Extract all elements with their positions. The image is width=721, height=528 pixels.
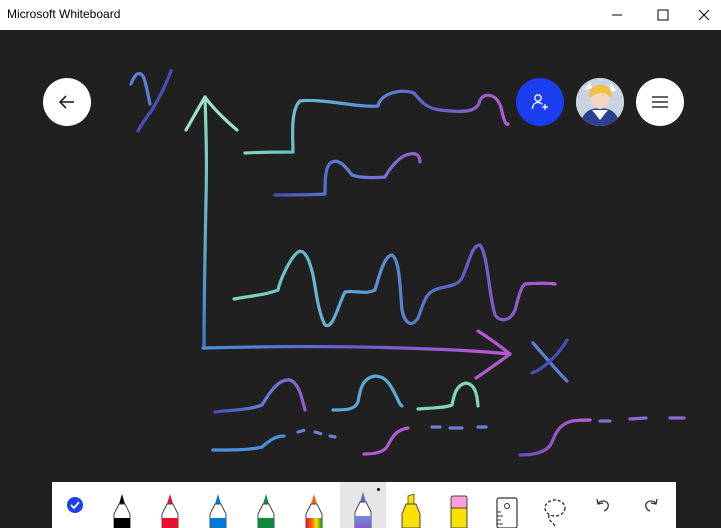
redo-button[interactable] — [628, 482, 674, 528]
lasso-icon — [544, 499, 566, 527]
pen-icon — [209, 494, 227, 528]
ink-row1-bump2 — [416, 381, 480, 411]
minimize-button[interactable] — [594, 0, 640, 30]
ink-y-arrowhead — [184, 95, 239, 132]
ink-row2-curve — [211, 434, 286, 452]
arrow-left-icon — [58, 95, 74, 109]
ink-row2-right — [518, 418, 592, 457]
pen-icon — [257, 494, 275, 528]
close-button[interactable] — [686, 0, 721, 30]
title-bar: Microsoft Whiteboard — [0, 0, 721, 30]
pen-icon — [305, 494, 323, 528]
ruler-icon — [496, 497, 518, 528]
ink-top-curve — [243, 89, 510, 155]
ink-row2-dashes — [296, 428, 337, 439]
pen-black-tool[interactable] — [99, 482, 145, 528]
eraser-tool[interactable] — [436, 482, 482, 528]
ink-row1-bump — [331, 374, 404, 412]
pen-icon — [354, 492, 372, 528]
ink-letter-x-cross — [530, 338, 569, 375]
pen-icon — [161, 494, 179, 528]
ruler-tool[interactable] — [484, 482, 530, 528]
ink-row2-mid — [362, 426, 410, 456]
ink-row2-dashes3 — [598, 416, 686, 423]
avatar — [576, 78, 624, 126]
ink-x-axis — [201, 345, 512, 356]
invite-button[interactable] — [516, 78, 564, 126]
ink-row2-dashes2 — [430, 425, 488, 430]
pen-red-tool[interactable] — [147, 482, 193, 528]
add-person-icon — [531, 94, 548, 110]
pen-rainbow-tool[interactable] — [291, 482, 337, 528]
eraser-icon — [450, 495, 468, 528]
maximize-button[interactable] — [640, 0, 686, 30]
profile-avatar-button[interactable] — [576, 78, 624, 126]
ink-y-axis — [202, 95, 209, 350]
ink-row1-curve — [213, 378, 307, 414]
lasso-tool[interactable] — [532, 482, 578, 528]
active-tool-dot — [377, 488, 380, 491]
minimize-icon — [612, 14, 622, 16]
pen-icon — [113, 494, 131, 528]
maximize-icon — [657, 9, 669, 21]
highlighter-icon — [401, 493, 421, 528]
redo-icon — [645, 498, 658, 512]
undo-icon — [596, 498, 609, 512]
checkmark-icon — [67, 497, 83, 513]
ink-main-curve — [232, 243, 557, 328]
window-title: Microsoft Whiteboard — [7, 7, 121, 21]
pen-galaxy-tool[interactable] — [340, 482, 386, 528]
highlighter-yellow-tool[interactable] — [388, 482, 434, 528]
ink-toolbar — [52, 482, 676, 528]
undo-button[interactable] — [580, 482, 626, 528]
back-button[interactable] — [43, 78, 91, 126]
menu-button[interactable] — [636, 78, 684, 126]
close-icon — [698, 9, 709, 21]
ink-second-curve — [273, 152, 422, 197]
pen-green-tool[interactable] — [243, 482, 289, 528]
hamburger-icon — [652, 96, 668, 108]
ink-letter-y — [129, 72, 152, 106]
pen-blue-tool[interactable] — [195, 482, 241, 528]
select-tool[interactable] — [52, 482, 98, 528]
